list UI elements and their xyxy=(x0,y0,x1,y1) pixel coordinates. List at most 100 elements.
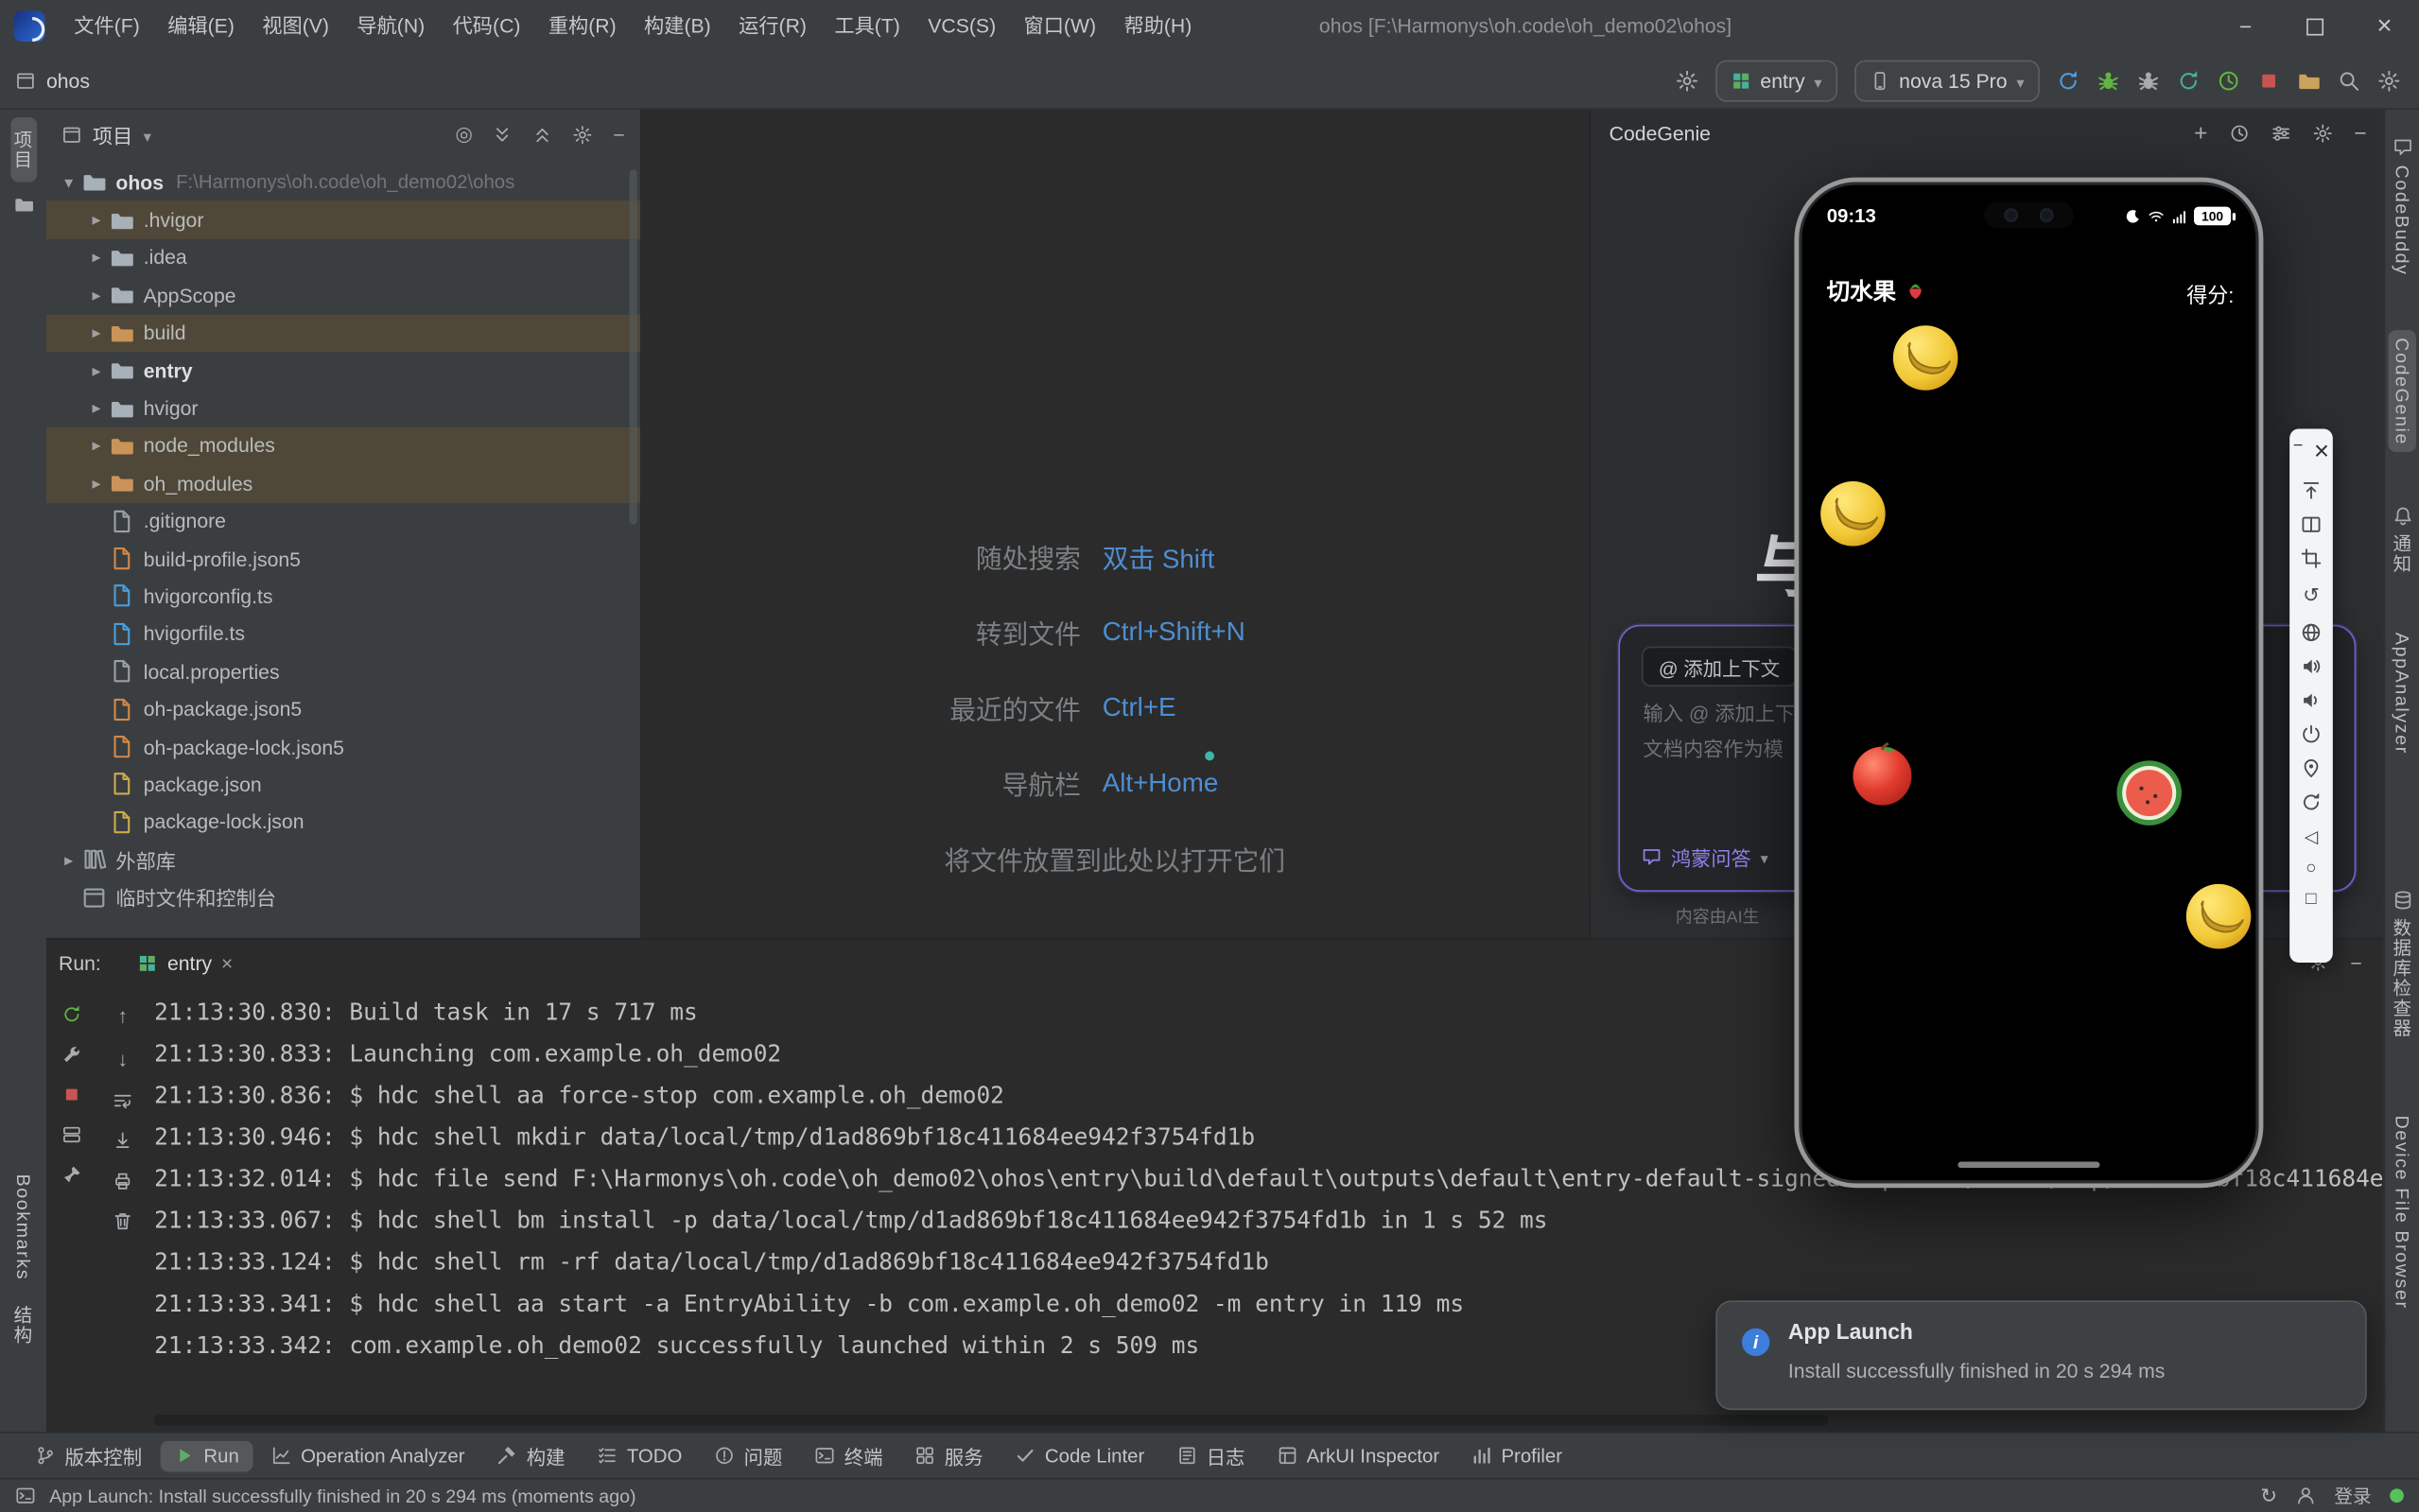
project-panel-title[interactable]: 项目 xyxy=(93,119,132,148)
arrow-down-icon[interactable] xyxy=(117,1048,128,1070)
collapse-all-icon[interactable] xyxy=(533,124,553,144)
stop-icon[interactable] xyxy=(61,1085,81,1104)
chevron-collapsed-icon[interactable] xyxy=(83,322,110,342)
menu-item-0[interactable]: 文件(F) xyxy=(61,14,154,37)
app-launch-toast[interactable]: App Launch Install successfully finished… xyxy=(1715,1300,2366,1410)
locate-file-icon[interactable] xyxy=(455,122,473,147)
menu-item-9[interactable]: VCS(S) xyxy=(914,14,1010,37)
close-button[interactable] xyxy=(2350,0,2419,52)
fold-screen-icon[interactable] xyxy=(2301,513,2323,535)
print-icon[interactable] xyxy=(113,1171,132,1190)
tree-item-.gitignore[interactable]: .gitignore xyxy=(46,502,640,540)
profiler-button-icon[interactable] xyxy=(2217,69,2239,92)
minimize-button[interactable] xyxy=(2211,0,2280,52)
tree-item-0[interactable]: 外部库 xyxy=(46,841,640,878)
nav-home-icon[interactable] xyxy=(2306,860,2316,878)
tool-tab-run[interactable]: Run xyxy=(161,1440,253,1471)
power-icon[interactable] xyxy=(2301,723,2323,745)
menu-item-5[interactable]: 重构(R) xyxy=(534,14,630,37)
device-settings-icon[interactable] xyxy=(1676,69,1698,92)
chevron-collapsed-icon[interactable] xyxy=(83,286,110,305)
chevron-collapsed-icon[interactable] xyxy=(83,474,110,494)
tool-tab-日志[interactable]: 日志 xyxy=(1163,1436,1259,1475)
close-tab-icon[interactable] xyxy=(221,952,233,975)
open-folder-icon[interactable] xyxy=(2297,69,2320,92)
tool-tab-project[interactable]: 项目 xyxy=(10,117,37,182)
console-line-5[interactable]: 21:13:33.067: $ hdc shell bm install -p … xyxy=(154,1200,2384,1242)
tree-item-AppScope[interactable]: AppScope xyxy=(46,276,640,314)
banana-fruit[interactable] xyxy=(1891,324,1959,392)
mode-selector[interactable]: 鸿蒙问答 xyxy=(1642,843,1768,872)
attach-debugger-icon[interactable] xyxy=(2137,69,2160,92)
hot-reload-icon[interactable] xyxy=(2177,69,2200,92)
scroll-to-end-icon[interactable] xyxy=(113,1131,132,1151)
tree-item-hvigorfile.ts[interactable]: hvigorfile.ts xyxy=(46,615,640,652)
tool-tab-operation-analyzer[interactable]: Operation Analyzer xyxy=(257,1440,479,1471)
tool-tab-数据库检查器[interactable]: 数据库检查器 xyxy=(2386,883,2418,1047)
tool-tab-终端[interactable]: 终端 xyxy=(801,1436,896,1475)
settings-gear-icon[interactable] xyxy=(2377,69,2400,92)
menu-item-2[interactable]: 视图(V) xyxy=(249,14,343,37)
maximize-button[interactable] xyxy=(2280,0,2349,52)
split-view-icon[interactable] xyxy=(61,1124,81,1144)
tool-tab-问题[interactable]: 问题 xyxy=(701,1436,796,1475)
add-context-chip[interactable]: @ 添加上下文 xyxy=(1642,647,1797,686)
person-icon[interactable] xyxy=(2296,1486,2316,1505)
banana-fruit[interactable] xyxy=(2184,882,2253,950)
hide-panel-icon[interactable] xyxy=(613,123,624,146)
panel-settings-icon[interactable] xyxy=(573,124,593,144)
sliders-icon[interactable] xyxy=(2271,123,2290,143)
menu-item-6[interactable]: 构建(B) xyxy=(630,14,724,37)
menu-item-1[interactable]: 编辑(E) xyxy=(154,14,249,37)
tree-item-build[interactable]: build xyxy=(46,314,640,352)
new-chat-icon[interactable] xyxy=(2194,119,2207,146)
expand-all-icon[interactable] xyxy=(493,124,513,144)
tree-item-local.properties[interactable]: local.properties xyxy=(46,652,640,690)
console-line-6[interactable]: 21:13:33.124: $ hdc shell rm -rf data/lo… xyxy=(154,1242,2384,1283)
sync-icon[interactable] xyxy=(2260,1484,2277,1508)
menu-item-3[interactable]: 导航(N) xyxy=(343,14,439,37)
project-widget[interactable]: ohos xyxy=(15,69,90,92)
close-icon[interactable] xyxy=(2314,437,2329,468)
stop-button-icon[interactable] xyxy=(2257,69,2280,92)
tool-tab-commit[interactable] xyxy=(13,182,33,227)
chevron-collapsed-icon[interactable] xyxy=(83,360,110,380)
tree-item-package-lock.json[interactable]: package-lock.json xyxy=(46,803,640,841)
chevron-down-icon[interactable] xyxy=(144,123,151,146)
tool-tab-profiler[interactable]: Profiler xyxy=(1458,1440,1576,1471)
arrow-up-icon[interactable] xyxy=(117,1004,128,1027)
tool-tab-通知[interactable]: 通知 xyxy=(2386,499,2418,582)
history-icon[interactable] xyxy=(2229,123,2249,143)
rerun-button-icon[interactable] xyxy=(2057,69,2080,92)
menu-item-11[interactable]: 帮助(H) xyxy=(1110,14,1206,37)
volume-up-icon[interactable] xyxy=(2301,655,2323,677)
menu-item-10[interactable]: 窗口(W) xyxy=(1010,14,1110,37)
tool-tab-arkui-inspector[interactable]: ArkUI Inspector xyxy=(1263,1440,1453,1471)
rotate-icon[interactable] xyxy=(2303,582,2320,609)
tool-tab-版本控制[interactable]: 版本控制 xyxy=(22,1436,156,1475)
watermelon-fruit[interactable] xyxy=(2115,759,2184,827)
tool-tab-code-linter[interactable]: Code Linter xyxy=(1001,1440,1158,1471)
tree-item-build-profile.json5[interactable]: build-profile.json5 xyxy=(46,540,640,578)
soft-wrap-icon[interactable] xyxy=(113,1090,132,1110)
minimize-icon[interactable] xyxy=(2293,437,2304,468)
rerun-icon[interactable] xyxy=(61,1004,81,1024)
console-horizontal-scrollbar[interactable] xyxy=(154,1415,1828,1425)
screenshot-crop-icon[interactable] xyxy=(2301,547,2323,569)
tool-tab-todo[interactable]: TODO xyxy=(583,1440,696,1471)
volume-down-icon[interactable] xyxy=(2301,689,2323,711)
phone-mirror-window[interactable]: 09:13 100 切水果 得分: xyxy=(1794,178,2263,1189)
tree-item-package.json[interactable]: package.json xyxy=(46,766,640,804)
chevron-expanded-icon[interactable] xyxy=(56,172,82,192)
search-everywhere-icon[interactable] xyxy=(2338,69,2360,92)
language-globe-icon[interactable] xyxy=(2301,621,2323,643)
location-icon[interactable] xyxy=(2301,757,2323,779)
project-tree-scrollbar[interactable] xyxy=(630,169,637,524)
status-message[interactable]: App Launch: Install successfully finishe… xyxy=(49,1485,635,1506)
wrench-icon[interactable] xyxy=(61,1045,81,1065)
nav-back-icon[interactable] xyxy=(2305,826,2318,847)
device-dropdown[interactable]: nova 15 Pro xyxy=(1854,60,2040,101)
apple-fruit[interactable] xyxy=(1849,739,1917,807)
chevron-collapsed-icon[interactable] xyxy=(56,849,82,869)
tool-tab-bookmarks[interactable]: Bookmarks xyxy=(12,1161,34,1293)
